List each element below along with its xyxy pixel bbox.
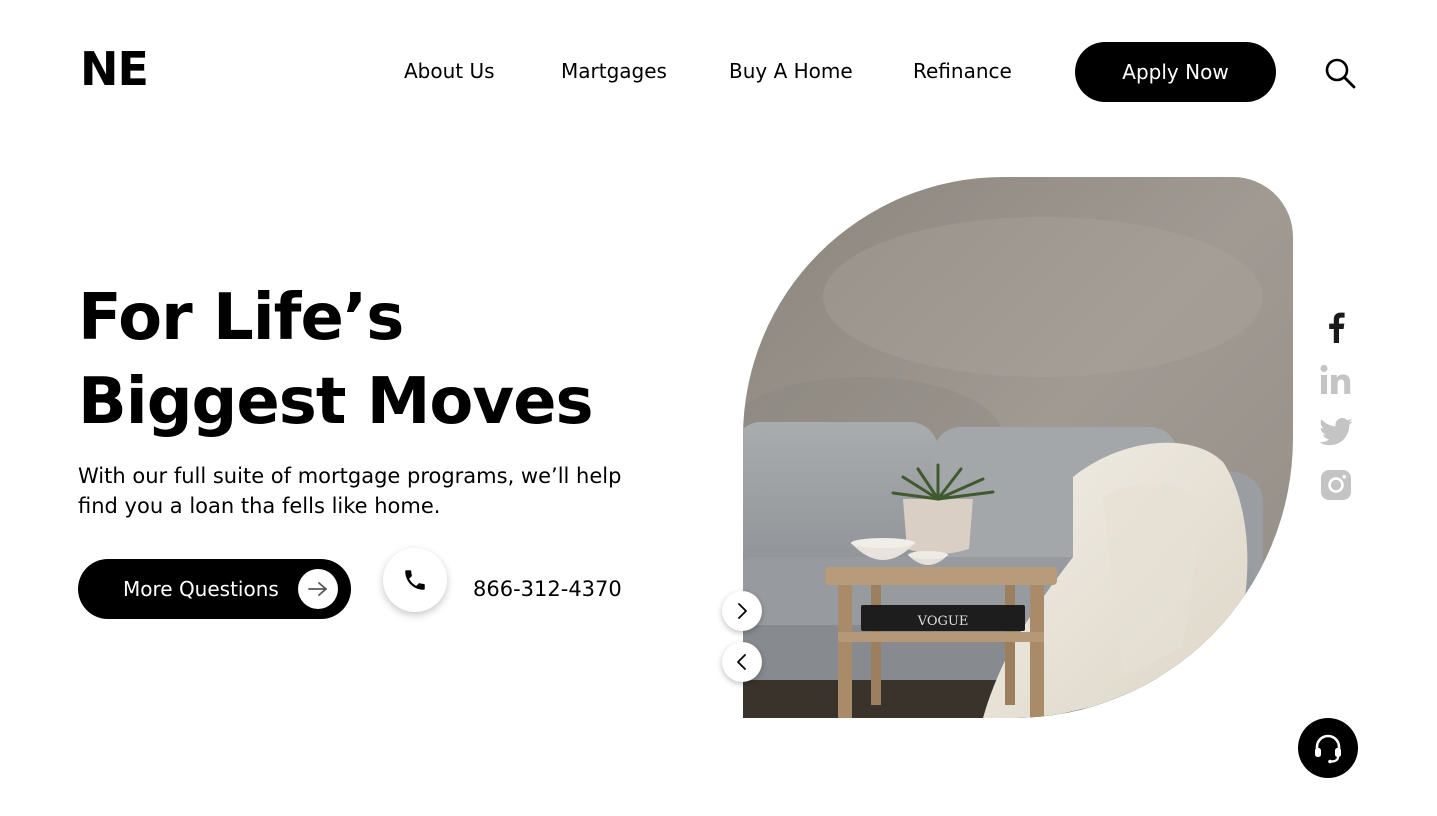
apply-now-button[interactable]: Apply Now	[1075, 42, 1276, 102]
hero-title-line-2: Biggest Moves	[78, 365, 594, 439]
hero-title: For Life’s Biggest Moves	[78, 276, 594, 444]
phone-number[interactable]: 866-312-4370	[473, 574, 622, 604]
headset-icon	[1315, 734, 1341, 764]
chevron-right-icon	[738, 603, 747, 619]
brand-logo[interactable]: NE	[80, 44, 149, 94]
hero-title-line-1: For Life’s	[78, 281, 404, 355]
book-title: VOGUE	[917, 614, 969, 629]
linkedin-link[interactable]	[1316, 360, 1356, 400]
chevron-left-icon	[737, 654, 746, 670]
nav-mortgages[interactable]: Martgages	[561, 56, 667, 86]
nav-refinance[interactable]: Refinance	[913, 56, 1012, 86]
hero-image: VOGUE	[743, 177, 1293, 718]
facebook-link[interactable]	[1316, 307, 1356, 347]
phone-icon	[405, 570, 425, 590]
nav-about-us[interactable]: About Us	[404, 56, 495, 86]
nav-buy-a-home[interactable]: Buy A Home	[729, 56, 853, 86]
search-icon	[1325, 58, 1356, 89]
twitter-link[interactable]	[1316, 412, 1356, 452]
carousel-next-button[interactable]	[722, 591, 762, 631]
hero-subtitle: With our full suite of mortgage programs…	[78, 464, 622, 518]
carousel-prev-button[interactable]	[722, 642, 762, 682]
call-button[interactable]	[383, 548, 447, 612]
instagram-link[interactable]	[1316, 465, 1356, 505]
search-button[interactable]	[1322, 55, 1358, 91]
more-questions-button[interactable]: More Questions	[78, 559, 351, 619]
linkedin-icon	[1320, 364, 1351, 394]
arrow-right-icon	[298, 569, 338, 609]
facebook-icon	[1329, 312, 1345, 343]
more-questions-label: More Questions	[123, 577, 279, 601]
instagram-icon	[1321, 470, 1351, 500]
support-chat-button[interactable]	[1298, 718, 1358, 778]
twitter-icon	[1319, 418, 1353, 446]
